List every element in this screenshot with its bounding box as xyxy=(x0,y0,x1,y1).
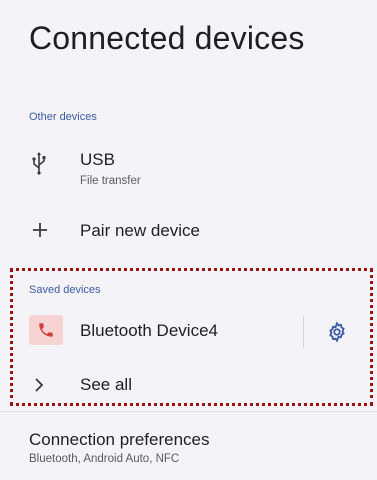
usb-title: USB xyxy=(80,150,115,169)
gear-icon[interactable] xyxy=(326,321,348,343)
section-header-other-devices: Other devices xyxy=(29,111,97,123)
pair-new-device-label: Pair new device xyxy=(80,221,201,240)
pair-new-device-row[interactable]: Pair new device xyxy=(0,210,377,252)
page-title: Connected devices xyxy=(29,20,305,56)
usb-subtitle: File transfer xyxy=(80,175,141,187)
usb-row[interactable]: USB File transfer xyxy=(0,140,377,190)
phone-icon xyxy=(29,315,63,345)
usb-icon xyxy=(32,152,46,175)
see-all-label: See all xyxy=(80,375,132,394)
section-header-saved-devices: Saved devices xyxy=(29,284,101,296)
chevron-right-icon xyxy=(35,378,44,392)
plus-icon xyxy=(33,223,47,237)
section-divider xyxy=(0,411,377,412)
row-divider xyxy=(303,316,304,348)
connection-preferences-subtitle: Bluetooth, Android Auto, NFC xyxy=(29,453,180,465)
connection-preferences-title: Connection preferences xyxy=(29,430,210,449)
see-all-row[interactable]: See all xyxy=(0,366,377,404)
saved-device-name: Bluetooth Device4 xyxy=(80,321,218,340)
saved-device-row[interactable]: Bluetooth Device4 xyxy=(0,310,377,354)
connection-preferences-row[interactable]: Connection preferences Bluetooth, Androi… xyxy=(0,420,377,470)
